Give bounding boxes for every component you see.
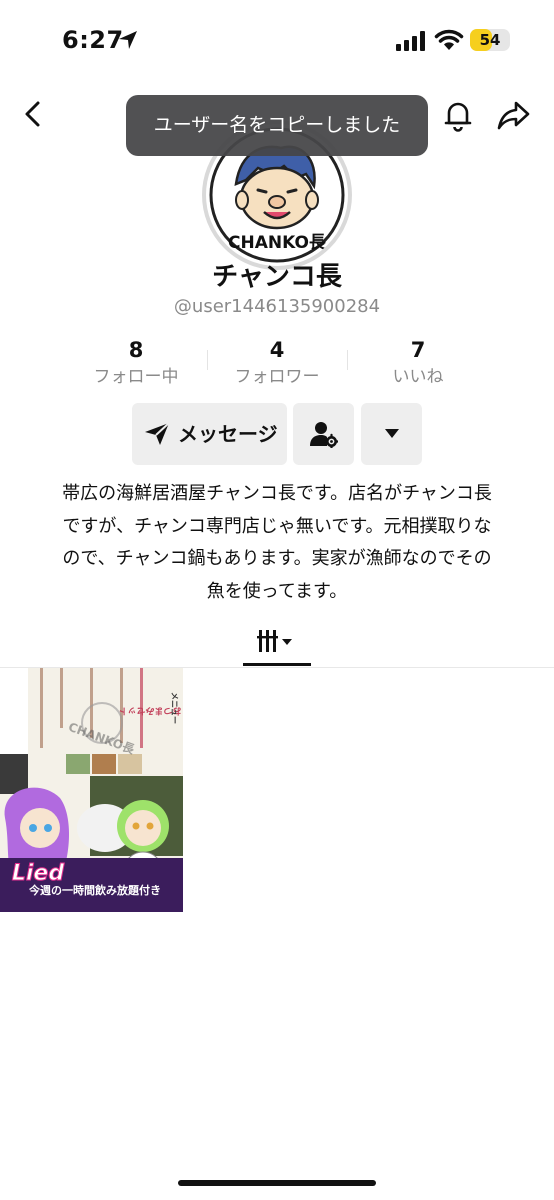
video-overlay-text: 今週の一時間飲み放題付き: [28, 883, 161, 897]
message-button[interactable]: メッセージ: [132, 403, 287, 465]
message-button-label: メッセージ: [178, 422, 278, 446]
display-name: チャンコ長: [212, 262, 342, 292]
share-icon[interactable]: [496, 98, 532, 132]
video-thumbnail-image: Lied 今週の一時間飲み放題付き おつまみセット メニュー CHANKO長: [0, 668, 183, 912]
bio-line: 帯広の海鮮居酒屋チャンコ長です。店名がチャンコ長: [62, 483, 492, 504]
home-indicator: [178, 1180, 376, 1186]
username[interactable]: @user1446135900284: [0, 296, 554, 317]
status-bar: 6:27 54: [0, 0, 554, 80]
stat-divider: [207, 350, 208, 370]
tab-videos[interactable]: [243, 620, 311, 667]
avatar-logo-text: CHANKO長: [228, 233, 327, 253]
battery-icon: 54: [470, 29, 510, 51]
bio-line: ので、チャンコ鍋もあります。実家が漁師なのでその: [62, 548, 492, 569]
caret-down-icon: [385, 429, 399, 438]
stat-followers-value: 4: [269, 338, 285, 362]
user-settings-button[interactable]: [293, 403, 354, 465]
profile-tab-bar: [0, 620, 554, 668]
tab-active-indicator: [243, 663, 311, 666]
stat-likes[interactable]: 7 いいね: [358, 336, 478, 390]
wifi-icon: [434, 29, 464, 50]
stat-following[interactable]: 8 フォロー中: [76, 336, 196, 390]
copy-toast: ユーザー名をコピーしました: [126, 95, 428, 156]
back-chevron-icon[interactable]: [18, 98, 48, 130]
stat-likes-value: 7: [410, 338, 426, 362]
bio-line: ですが、チャンコ専門店じゃ無いです。元相撲取りな: [62, 515, 492, 537]
stat-likes-label: いいね: [392, 367, 444, 387]
video-grid-icon: [257, 630, 292, 652]
user-settings-icon: [310, 422, 338, 448]
status-time: 6:27: [62, 26, 124, 54]
video-overlay-text: Lied: [12, 861, 64, 886]
cellular-signal-icon: [396, 31, 425, 51]
stat-divider: [347, 350, 348, 370]
location-arrow-icon: [119, 31, 137, 49]
battery-level: 54: [479, 31, 501, 49]
stat-following-value: 8: [128, 338, 144, 362]
stat-followers[interactable]: 4 フォロワー: [217, 336, 337, 390]
stat-following-label: フォロー中: [93, 367, 179, 387]
send-icon: [145, 422, 170, 445]
video-thumbnail[interactable]: Lied 今週の一時間飲み放題付き おつまみセット メニュー CHANKO長: [0, 668, 183, 912]
more-options-button[interactable]: [361, 403, 422, 465]
bell-icon[interactable]: [442, 98, 474, 132]
stat-followers-label: フォロワー: [234, 367, 320, 387]
bio-line: 魚を使ってます。: [206, 580, 348, 602]
profile-bio: 帯広の海鮮居酒屋チャンコ長です。店名がチャンコ長 ですが、チャンコ専門店じゃ無い…: [30, 478, 524, 608]
video-overlay-text: メニュー: [170, 692, 179, 724]
